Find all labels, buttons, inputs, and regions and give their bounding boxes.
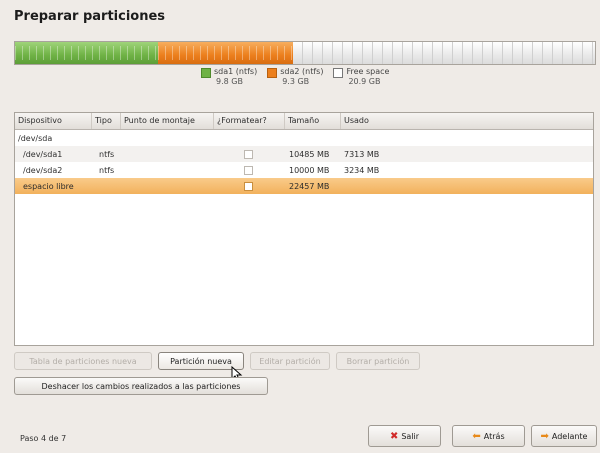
legend-swatch-sda1: [201, 68, 211, 78]
format-checkbox[interactable]: [244, 149, 253, 159]
table-row[interactable]: /dev/sda: [15, 130, 593, 146]
table-row[interactable]: /dev/sda2 ntfs 10000 MB 3234 MB: [15, 162, 593, 178]
column-header-used[interactable]: Usado: [341, 113, 407, 129]
back-button[interactable]: ⬅ Atrás: [452, 425, 525, 447]
cell-format: [216, 149, 286, 159]
legend-swatch-free: [333, 68, 344, 78]
forward-label: Adelante: [551, 431, 588, 441]
cell-size: 10000 MB: [289, 165, 330, 175]
legend-item-sda2: sda2 (ntfs) 9.3 GB: [267, 67, 323, 87]
column-header-device[interactable]: Dispositivo: [15, 113, 92, 129]
table-header: Dispositivo Tipo Punto de montaje ¿Forma…: [15, 113, 593, 130]
cell-type: ntfs: [99, 149, 115, 159]
legend-size: 20.9 GB: [348, 77, 381, 86]
cell-format: [216, 165, 286, 175]
quit-icon: ✖: [389, 430, 399, 442]
column-header-type[interactable]: Tipo: [92, 113, 121, 129]
delete-partition-button[interactable]: Borrar partición: [336, 352, 420, 370]
forward-button[interactable]: ➡ Adelante: [531, 425, 597, 447]
table-row-selected[interactable]: espacio libre 22457 MB: [15, 178, 593, 194]
format-checkbox[interactable]: [244, 165, 253, 175]
cell-format: [216, 181, 286, 191]
partition-bar: [14, 41, 596, 65]
undo-changes-button[interactable]: Deshacer los cambios realizados a las pa…: [14, 377, 268, 395]
column-header-size[interactable]: Tamaño: [285, 113, 341, 129]
cell-size: 22457 MB: [289, 181, 330, 191]
legend-size: 9.3 GB: [282, 77, 310, 86]
step-indicator: Paso 4 de 7: [20, 434, 67, 443]
quit-label: Salir: [401, 431, 420, 441]
cell-used: 3234 MB: [344, 165, 380, 175]
cell-device: /dev/sda2: [23, 165, 63, 175]
partition-segment-free: [293, 42, 595, 64]
cell-used: 7313 MB: [344, 149, 380, 159]
cell-device: /dev/sda: [18, 133, 53, 143]
column-header-mount[interactable]: Punto de montaje: [121, 113, 214, 129]
back-label: Atrás: [483, 431, 505, 441]
legend-item-sda1: sda1 (ntfs) 9.8 GB: [201, 67, 257, 87]
partition-table[interactable]: Dispositivo Tipo Punto de montaje ¿Forma…: [14, 112, 594, 346]
arrow-right-icon: ➡: [540, 430, 549, 442]
cell-type: ntfs: [99, 165, 115, 175]
legend-label: sda2 (ntfs): [280, 67, 324, 76]
legend-size: 9.8 GB: [216, 77, 243, 86]
cell-device: espacio libre: [23, 181, 74, 191]
cell-device: /dev/sda1: [23, 149, 63, 159]
legend-label: Free space: [346, 67, 390, 76]
legend-swatch-sda2: [267, 68, 278, 78]
legend-label: sda1 (ntfs): [214, 67, 258, 76]
table-row[interactable]: /dev/sda1 ntfs 10485 MB 7313 MB: [15, 146, 593, 162]
format-checkbox[interactable]: [244, 181, 253, 191]
edit-partition-button[interactable]: Editar partición: [250, 352, 330, 370]
arrow-left-icon: ⬅: [472, 430, 481, 442]
cell-size: 10485 MB: [289, 149, 330, 159]
column-header-format[interactable]: ¿Formatear?: [214, 113, 285, 129]
partition-legend: sda1 (ntfs) 9.8 GB sda2 (ntfs) 9.3 GB Fr…: [201, 67, 389, 87]
page-title: Preparar particiones: [14, 9, 166, 24]
new-partition-table-button[interactable]: Tabla de particiones nueva: [14, 352, 152, 370]
partition-segment-sda2: [158, 42, 294, 64]
legend-item-free: Free space 20.9 GB: [333, 67, 389, 87]
partition-segment-sda1: [15, 42, 159, 64]
quit-button[interactable]: ✖ Salir: [368, 425, 441, 447]
